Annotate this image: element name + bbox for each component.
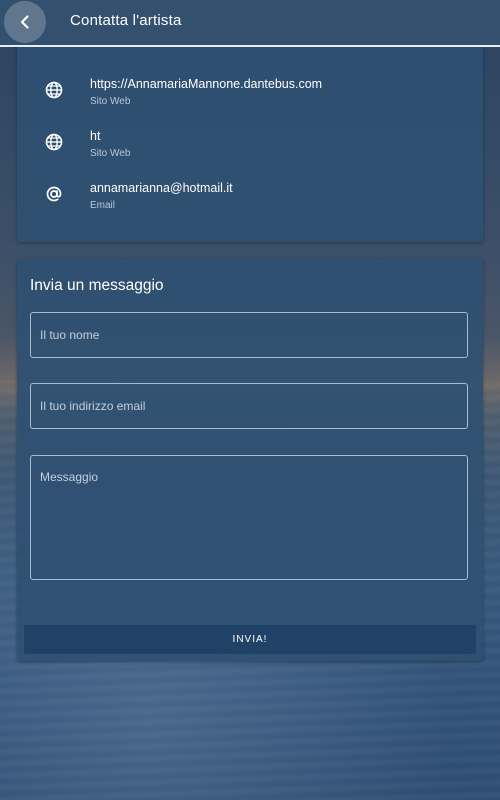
contact-value: https://AnnamariaMannone.dantebus.com [90,77,323,91]
contact-type: Sito Web [90,148,131,159]
back-button[interactable] [4,1,46,43]
contact-row-website-2[interactable]: ht Sito Web [17,129,483,176]
globe-icon [45,81,63,99]
at-sign-icon [46,186,62,202]
contact-type: Sito Web [90,96,131,107]
contact-type: Email [90,200,116,211]
contact-row-email[interactable]: annamarianna@hotmail.it Email [17,181,483,228]
email-input[interactable] [30,383,468,429]
app-bar: Contatta l'artista [0,0,500,47]
message-textarea[interactable] [30,455,468,580]
contact-value: ht [90,129,101,143]
page-title: Contatta l'artista [70,12,182,29]
send-button[interactable]: INVIA! [24,625,476,654]
form-title: Invia un messaggio [30,277,164,294]
globe-icon [45,133,63,151]
chevron-left-icon [20,15,29,29]
message-form-card: Invia un messaggio INVIA! [17,259,483,661]
name-input[interactable] [30,312,468,358]
contact-value: annamarianna@hotmail.it [90,181,233,195]
contact-row-website[interactable]: https://AnnamariaMannone.dantebus.com Si… [17,77,483,124]
contact-links-card: https://AnnamariaMannone.dantebus.com Si… [17,40,483,242]
